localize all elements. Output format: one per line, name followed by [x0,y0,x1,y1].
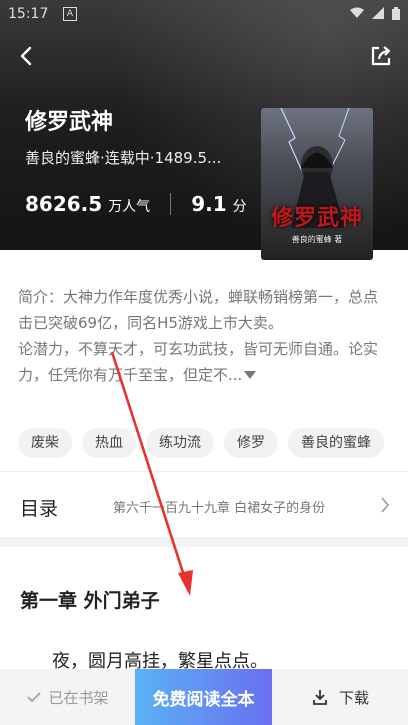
tag-list: 废柴 热血 练功流 修罗 善良的蜜蜂 [18,428,408,458]
notification-icon: A [63,7,77,21]
popularity-unit: 万人气 [108,199,151,215]
score-value: 9.1 [191,192,227,216]
section-separator [0,537,408,547]
system-icons [350,7,400,20]
tag-item[interactable]: 善良的蜜蜂 [288,428,384,458]
tag-item[interactable]: 废柴 [18,428,72,458]
book-intro[interactable]: 简介：大神力作年度优秀小说，蝉联畅销榜第一，总点击已突破69亿，同名H5游戏上市… [18,284,380,388]
download-label: 下载 [338,688,369,707]
status-bar: 15:17 A [0,0,408,30]
book-title: 修罗武神 [25,110,114,135]
download-icon [313,690,327,705]
bottom-action-bar: 已在书架 免费阅读全本 下载 [0,669,408,725]
signal-icon [372,7,384,19]
cover-author: 善良的蜜蜂 著 [291,235,343,244]
intro-line-1: 简介：大神力作年度优秀小说，蝉联畅销榜第一，总点击已突破69亿，同名H5游戏上市… [18,288,379,332]
book-meta: 善良的蜜蜂·连载中·1489.5... [25,149,222,167]
download-button[interactable]: 下载 [272,669,408,725]
free-read-label: 免费阅读全本 [152,689,255,710]
status-time: 15:17 [8,6,49,22]
intro-line-2: 论潜力，不算天才，可玄功武技，皆可无师自通。论实力，任凭你有万千至宝，但定不..… [18,340,379,384]
book-stats: 8626.5 万人气 9.1 分 [25,192,247,216]
latest-chapter: 第六千一百九十九章 白裙女子的身份 [113,501,326,516]
check-icon [27,692,42,703]
popularity-value: 8626.5 [25,192,103,216]
wifi-icon [350,7,364,18]
battery-icon [392,7,400,20]
score-unit: 分 [232,199,247,215]
in-shelf-button[interactable]: 已在书架 [0,669,135,725]
chapter-title: 第一章 外门弟子 [20,590,160,612]
expand-triangle-icon[interactable] [244,370,257,380]
cover-title: 修罗武神 [270,205,363,231]
tag-item[interactable]: 修罗 [224,428,278,458]
tag-item[interactable]: 热血 [82,428,136,458]
back-icon[interactable] [14,43,40,69]
tag-item[interactable]: 练功流 [146,428,214,458]
toc-label: 目录 [20,498,59,520]
book-cover[interactable]: 修罗武神 善良的蜜蜂 著 [261,108,373,260]
share-icon[interactable] [368,43,394,69]
in-shelf-label: 已在书架 [48,688,109,707]
stats-divider [170,193,172,215]
divider [0,471,408,472]
chevron-right-icon [381,497,390,513]
table-of-contents-row[interactable]: 目录 第六千一百九十九章 白裙女子的身份 [0,478,408,534]
free-read-button[interactable]: 免费阅读全本 [135,669,272,725]
